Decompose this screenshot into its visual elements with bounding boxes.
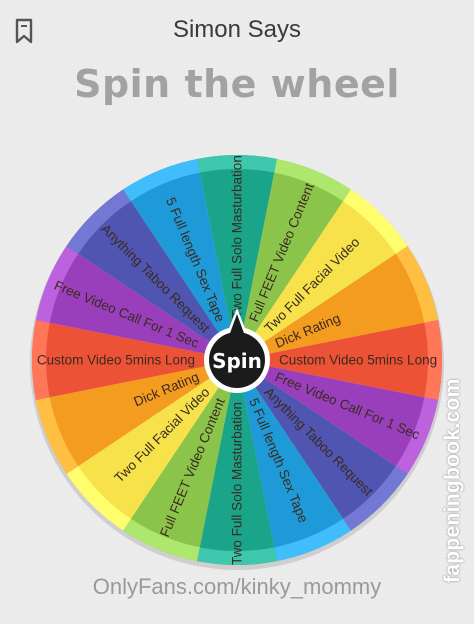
- watermark-onlyfans: OnlyFans.com/kinky_mommy: [92, 574, 382, 599]
- page-headline: Spin the wheel: [74, 62, 400, 106]
- wheel-segment-label: Custom Video 5mins Long: [279, 353, 437, 368]
- wheel-segment-label: Custom Video 5mins Long: [37, 353, 195, 368]
- top-bar: Simon Says: [0, 0, 474, 58]
- prize-wheel[interactable]: Two Full Solo Masturbation Full FEET Vide…: [0, 120, 474, 594]
- app-title: Simon Says: [172, 16, 302, 43]
- wheel-segment-label: Two Full Solo Masturbation: [230, 155, 245, 318]
- spin-button-label: Spin: [212, 349, 262, 373]
- watermark-site: fappeningbook.com: [441, 378, 464, 583]
- wheel-segment-label: Two Full Solo Masturbation: [230, 402, 245, 565]
